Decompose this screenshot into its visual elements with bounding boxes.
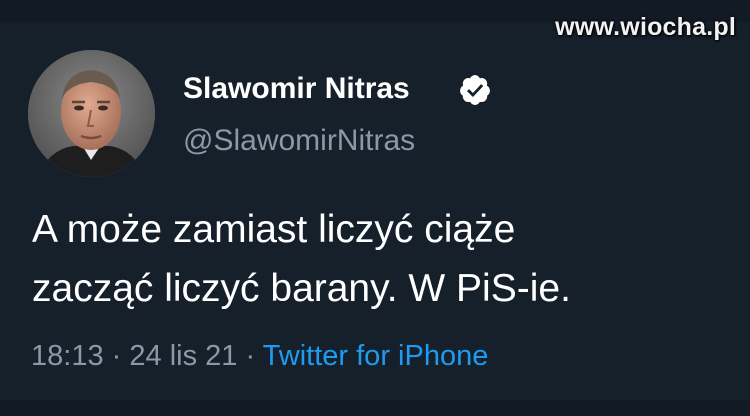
tweet-text-line: A może zamiast liczyć ciąże	[32, 208, 516, 251]
meta-separator: ·	[245, 340, 256, 372]
tweet-text: A może zamiast liczyć ciąże zacząć liczy…	[32, 200, 742, 318]
user-handle[interactable]: @SlawomirNitras	[183, 124, 415, 158]
bottom-border	[0, 400, 750, 416]
tweet-time[interactable]: 18:13	[31, 340, 104, 372]
meta-separator: ·	[111, 340, 122, 372]
display-name[interactable]: Slawomir Nitras	[183, 72, 410, 106]
tweet-meta: 18:13 · 24 lis 21 · Twitter for iPhone	[31, 340, 488, 373]
verified-badge-icon	[460, 75, 490, 105]
tweet-text-line: zacząć liczyć barany. W PiS-ie.	[32, 267, 571, 310]
tweet-date[interactable]: 24 lis 21	[129, 340, 237, 372]
tweet-source-link[interactable]: Twitter for iPhone	[263, 340, 489, 372]
avatar-photo	[28, 50, 155, 177]
watermark: www.wiocha.pl	[555, 13, 736, 41]
avatar[interactable]	[28, 50, 155, 177]
